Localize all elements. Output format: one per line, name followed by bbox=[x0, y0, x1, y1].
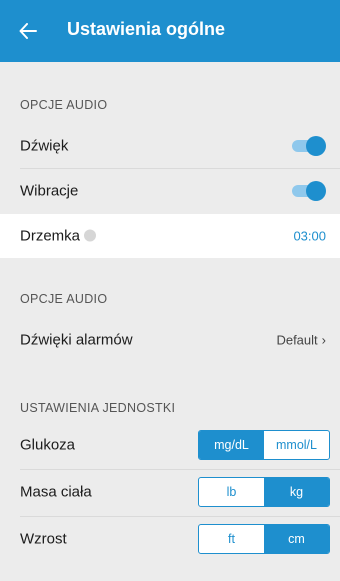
alarm-sounds-row[interactable]: Dźwięki alarmów Default › bbox=[0, 318, 340, 362]
glucose-label: Glukoza bbox=[20, 436, 76, 454]
section-header-audio: OPCJE AUDIO bbox=[20, 98, 108, 112]
snooze-value[interactable]: 03:00 bbox=[293, 229, 326, 244]
weight-option-lb[interactable]: lb bbox=[199, 478, 264, 506]
snooze-row[interactable]: Drzemka 03:00 bbox=[0, 214, 340, 258]
toggle-knob bbox=[306, 181, 326, 201]
height-unit-selector: ft cm bbox=[198, 524, 330, 554]
vibration-label: Wibracje bbox=[20, 182, 79, 200]
snooze-label-group: Drzemka bbox=[20, 227, 97, 245]
section-header-alarm: OPCJE AUDIO bbox=[20, 292, 108, 306]
glucose-row: Glukoza mg/dL mmol/L bbox=[0, 423, 340, 467]
alarm-sounds-value: Default bbox=[276, 332, 318, 348]
arrow-left-icon bbox=[19, 23, 37, 39]
weight-label: Masa ciała bbox=[20, 483, 92, 501]
alarm-sounds-label: Dźwięki alarmów bbox=[20, 331, 133, 349]
section-header-units: USTAWIENIA JEDNOSTKI bbox=[20, 401, 176, 415]
sound-toggle[interactable] bbox=[292, 136, 326, 156]
page-title: Ustawienia ogólne bbox=[67, 19, 226, 39]
glucose-option-mmoll[interactable]: mmol/L bbox=[264, 431, 329, 459]
chevron-right-icon: › bbox=[321, 332, 326, 348]
sound-row[interactable]: Dźwięk bbox=[0, 124, 340, 168]
toggle-knob bbox=[306, 136, 326, 156]
vibration-row[interactable]: Wibracje bbox=[0, 169, 340, 213]
snooze-label: Drzemka bbox=[20, 227, 81, 245]
sound-label: Dźwięk bbox=[20, 137, 69, 155]
info-icon[interactable] bbox=[84, 229, 97, 242]
height-option-ft[interactable]: ft bbox=[199, 525, 264, 553]
glucose-unit-selector: mg/dL mmol/L bbox=[198, 430, 330, 460]
settings-screen: Ustawienia ogólne OPCJE AUDIO Dźwięk Wib… bbox=[0, 0, 340, 581]
height-label: Wzrost bbox=[20, 530, 67, 548]
height-option-cm[interactable]: cm bbox=[264, 525, 329, 553]
alarm-sounds-value-group[interactable]: Default › bbox=[276, 333, 326, 348]
weight-row: Masa ciała lb kg bbox=[0, 470, 340, 514]
app-header: Ustawienia ogólne bbox=[0, 0, 340, 62]
vibration-toggle[interactable] bbox=[292, 181, 326, 201]
weight-option-kg[interactable]: kg bbox=[264, 478, 329, 506]
height-row: Wzrost ft cm bbox=[0, 517, 340, 561]
back-button[interactable] bbox=[16, 20, 40, 42]
weight-unit-selector: lb kg bbox=[198, 477, 330, 507]
glucose-option-mgdl[interactable]: mg/dL bbox=[199, 431, 264, 459]
